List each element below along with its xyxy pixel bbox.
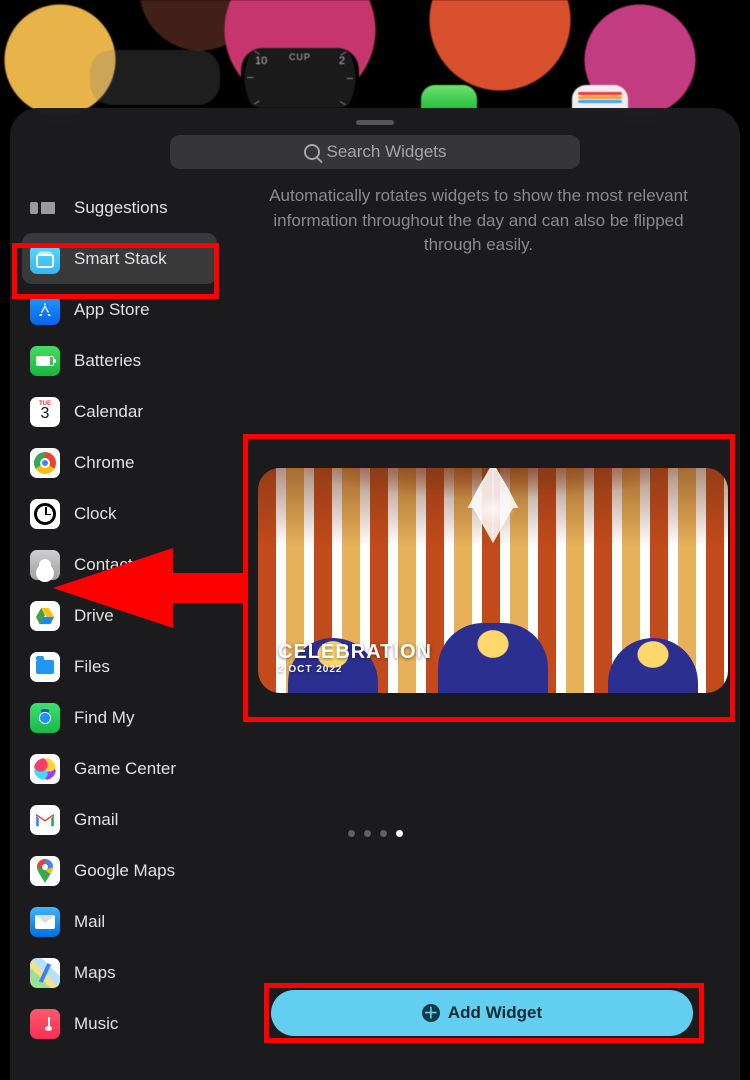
mail-icon <box>30 907 60 937</box>
batteries-icon <box>30 346 60 376</box>
sidebar-item-gmail[interactable]: Gmail <box>22 794 217 845</box>
sidebar-item-google-maps[interactable]: Google Maps <box>22 845 217 896</box>
chrome-icon <box>30 448 60 478</box>
game-center-icon <box>30 754 60 784</box>
sidebar-item-suggestions[interactable]: Suggestions <box>22 182 217 233</box>
sidebar-item-game-center[interactable]: Game Center <box>22 743 217 794</box>
music-icon <box>30 1009 60 1039</box>
sidebar-item-label: Maps <box>74 963 116 983</box>
add-widget-button[interactable]: ＋ Add Widget <box>271 990 693 1036</box>
sidebar-item-music[interactable]: Music <box>22 998 217 1049</box>
sidebar-item-label: Batteries <box>74 351 141 371</box>
page-dot[interactable] <box>380 830 387 837</box>
sidebar-item-chrome[interactable]: Chrome <box>22 437 217 488</box>
add-widget-label: Add Widget <box>448 1003 542 1023</box>
sidebar-item-label: Music <box>74 1014 118 1034</box>
sheet-grabber[interactable] <box>356 120 394 125</box>
home-widget-placeholder <box>90 50 220 105</box>
sidebar-item-label: Drive <box>74 606 114 626</box>
sidebar-item-clock[interactable]: Clock <box>22 488 217 539</box>
sidebar-item-label: Files <box>74 657 110 677</box>
sidebar-item-app-store[interactable]: App Store <box>22 284 217 335</box>
search-placeholder: Search Widgets <box>327 142 447 162</box>
sidebar-item-label: App Store <box>74 300 150 320</box>
sidebar-item-label: Suggestions <box>74 198 168 218</box>
widget-title: CELEBRATION <box>278 641 432 664</box>
google-maps-icon <box>30 856 60 886</box>
search-input[interactable]: Search Widgets <box>170 135 580 169</box>
sidebar-item-label: Contacts <box>74 555 141 575</box>
reminders-icon <box>572 85 628 110</box>
clock-widget-bg: CUP 12 1 2 11 10 <box>241 48 359 108</box>
sidebar-item-label: Game Center <box>74 759 176 779</box>
clock-icon <box>30 499 60 529</box>
sidebar-item-batteries[interactable]: Batteries <box>22 335 217 386</box>
suggestions-icon <box>30 193 60 223</box>
sidebar-item-smart-stack[interactable]: Smart Stack <box>22 233 217 284</box>
contacts-icon <box>30 550 60 580</box>
page-indicator[interactable] <box>0 830 750 837</box>
app-store-icon <box>30 295 60 325</box>
sidebar-item-label: Calendar <box>74 402 143 422</box>
widget-description: Automatically rotates widgets to show th… <box>243 184 714 258</box>
sidebar-item-label: Gmail <box>74 810 118 830</box>
apple-maps-icon <box>30 958 60 988</box>
sidebar-item-calendar[interactable]: TUE3 Calendar <box>22 386 217 437</box>
plus-icon: ＋ <box>422 1004 440 1022</box>
smart-stack-icon <box>30 244 60 274</box>
page-dot-active[interactable] <box>396 830 403 837</box>
calendar-icon: TUE3 <box>30 397 60 427</box>
facetime-icon <box>421 85 477 110</box>
page-dot[interactable] <box>348 830 355 837</box>
sidebar-item-label: Smart Stack <box>74 249 167 269</box>
drive-icon <box>30 601 60 631</box>
sidebar-item-label: Chrome <box>74 453 134 473</box>
sidebar-item-label: Find My <box>74 708 134 728</box>
widget-date: 2 OCT 2022 <box>278 664 432 675</box>
sidebar-item-find-my[interactable]: Find My <box>22 692 217 743</box>
sidebar-item-mail[interactable]: Mail <box>22 896 217 947</box>
widget-source-sidebar[interactable]: Suggestions Smart Stack App Store Batter… <box>10 174 225 1080</box>
sidebar-item-maps[interactable]: Maps <box>22 947 217 998</box>
sidebar-item-label: Google Maps <box>74 861 175 881</box>
chandelier-graphic <box>448 468 538 553</box>
sidebar-item-files[interactable]: Files <box>22 641 217 692</box>
page-dot[interactable] <box>364 830 371 837</box>
clock-city-label: CUP <box>241 52 359 62</box>
sidebar-item-contacts[interactable]: Contacts <box>22 539 217 590</box>
search-icon <box>304 144 320 160</box>
sidebar-item-label: Clock <box>74 504 117 524</box>
sidebar-item-label: Mail <box>74 912 105 932</box>
files-icon <box>30 652 60 682</box>
sidebar-item-drive[interactable]: Drive <box>22 590 217 641</box>
find-my-icon <box>30 703 60 733</box>
widget-preview-card[interactable]: CELEBRATION 2 OCT 2022 <box>258 468 728 693</box>
